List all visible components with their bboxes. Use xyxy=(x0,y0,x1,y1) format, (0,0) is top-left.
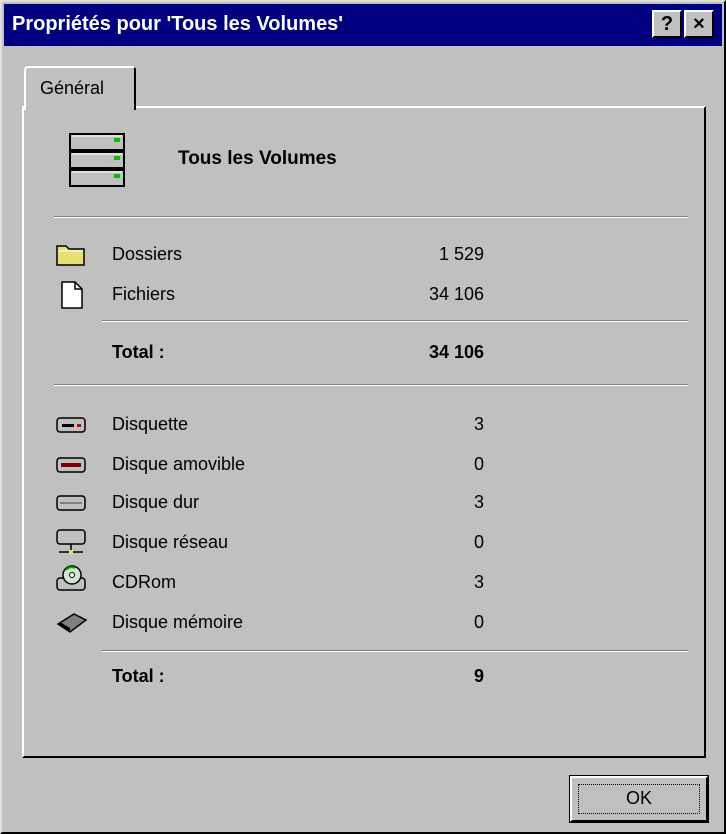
row-label-fichiers: Fichiers xyxy=(112,284,176,304)
row-value-disque-reseau: 0 xyxy=(473,532,484,552)
file-icon xyxy=(61,281,83,309)
close-button[interactable]: × xyxy=(684,10,714,38)
cdrom-icon xyxy=(56,565,86,591)
folder-icon xyxy=(56,245,85,266)
files-total-label: Total : xyxy=(112,342,165,362)
properties-dialog: Propriétés pour 'Tous les Volumes' ? × G… xyxy=(0,0,726,834)
separator xyxy=(54,216,688,218)
row-label-dossiers: Dossiers xyxy=(112,244,183,264)
row-label-disque-reseau: Disque réseau xyxy=(112,532,229,552)
row-value-dossiers: 1 529 xyxy=(438,244,484,264)
volume-name: Tous les Volumes xyxy=(178,148,337,169)
row-label-disque-dur: Disque dur xyxy=(112,492,200,512)
row-label-cdrom: CDRom xyxy=(112,572,177,592)
row-value-disquette: 3 xyxy=(473,414,484,434)
memory-card-icon xyxy=(56,613,88,633)
ok-button-label: OK xyxy=(625,788,652,808)
removable-drive-icon xyxy=(56,457,86,473)
row-label-disquette: Disquette xyxy=(112,414,189,434)
network-drive-icon xyxy=(56,529,86,554)
window-title: Propriétés pour 'Tous les Volumes' xyxy=(12,13,344,35)
drives-total-label: Total : xyxy=(112,666,165,686)
separator xyxy=(54,384,688,386)
tab-general-label: Général xyxy=(40,78,105,98)
tab-general[interactable]: Général xyxy=(24,66,136,110)
ok-button[interactable]: OK xyxy=(569,775,709,823)
drives-total-value: 9 xyxy=(473,666,484,686)
row-label-disque-memoire: Disque mémoire xyxy=(112,612,244,632)
floppy-drive-icon xyxy=(56,417,86,433)
separator xyxy=(102,320,688,322)
row-value-fichiers: 34 106 xyxy=(428,284,484,304)
row-value-disque-dur: 3 xyxy=(473,492,484,512)
separator xyxy=(102,650,688,652)
title-bar[interactable]: Propriétés pour 'Tous les Volumes' ? × xyxy=(4,4,722,46)
files-total-value: 34 106 xyxy=(428,342,484,362)
hard-drive-icon xyxy=(56,495,86,511)
help-button[interactable]: ? xyxy=(652,10,682,38)
server-icon xyxy=(69,133,125,187)
row-value-disque-amovible: 0 xyxy=(473,454,484,474)
row-value-disque-memoire: 0 xyxy=(473,612,484,632)
row-value-cdrom: 3 xyxy=(473,572,484,592)
row-label-disque-amovible: Disque amovible xyxy=(112,454,246,474)
